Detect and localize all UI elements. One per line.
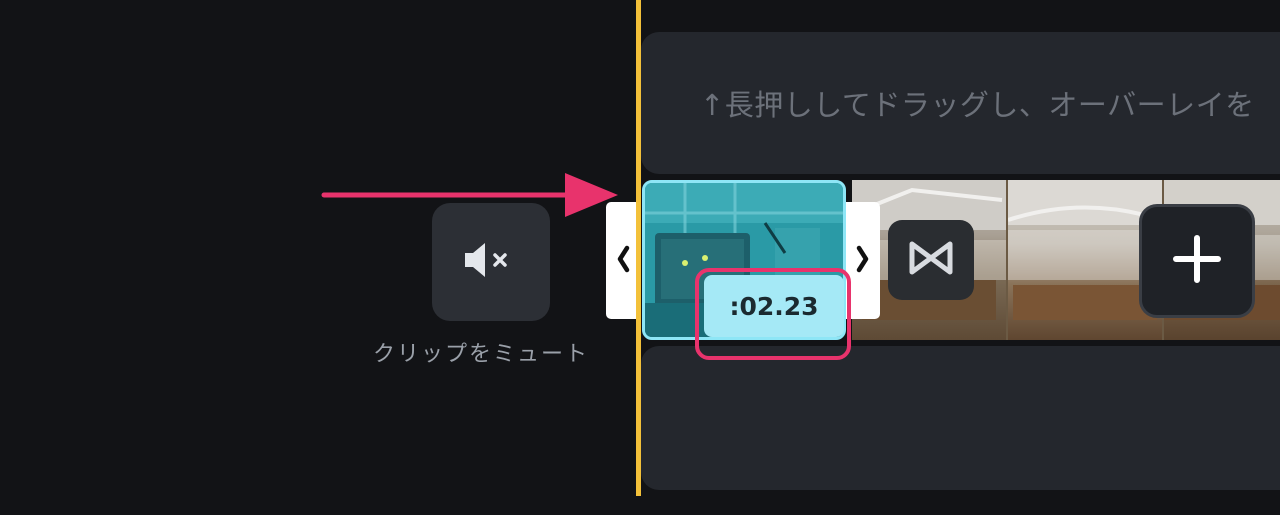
chevron-left-icon	[615, 244, 631, 278]
playhead[interactable]	[636, 0, 641, 496]
transition-icon	[906, 238, 956, 282]
audio-track[interactable]	[641, 346, 1280, 490]
overlay-hint-text: ↑長押ししてドラッグし、オーバーレイを	[700, 88, 1255, 122]
chevron-right-icon	[855, 244, 871, 278]
trim-handle-right[interactable]	[846, 202, 880, 319]
add-clip-button[interactable]	[1139, 204, 1255, 318]
mute-clip-label: クリップをミュート	[373, 342, 590, 367]
annotation-highlight-box	[695, 268, 851, 360]
transition-button[interactable]	[888, 220, 974, 300]
trim-handle-left[interactable]	[606, 202, 640, 319]
annotation-arrow	[321, 173, 618, 217]
plus-icon	[1172, 234, 1222, 288]
speaker-mute-icon	[461, 240, 521, 284]
